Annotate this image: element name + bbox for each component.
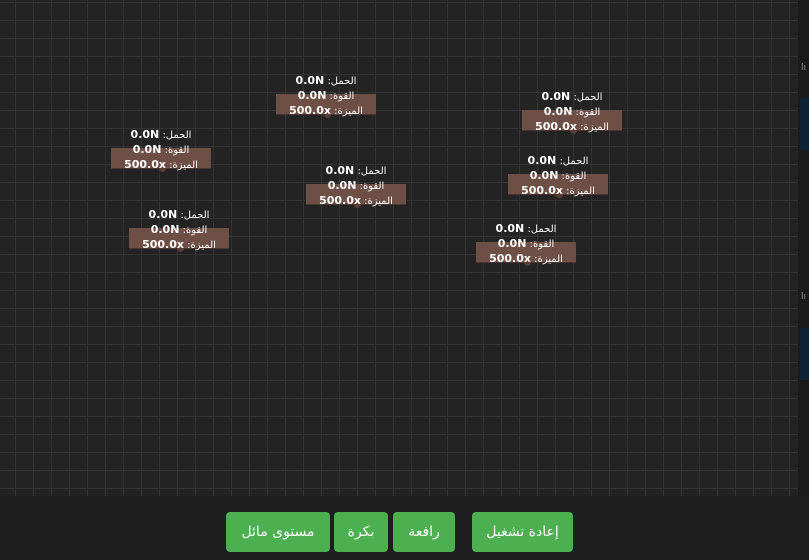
simulation-canvas[interactable]: lı lı الحمل: 0.0N القوة: 0.0N الميزة: 50… bbox=[0, 0, 809, 496]
force-readout: القوة: 0.0N bbox=[543, 105, 601, 118]
replay-button[interactable]: إعادة تشغيل bbox=[472, 512, 573, 552]
load-readout: الحمل: 0.0N bbox=[325, 164, 387, 177]
advantage-readout: الميزة: 500.0x bbox=[521, 184, 595, 197]
side-panel-edge bbox=[798, 0, 809, 496]
advantage-value: 500.0x bbox=[289, 104, 331, 117]
control-bar: مستوى مائل بكرة رافعة إعادة تشغيل bbox=[0, 496, 809, 560]
lever[interactable]: الحمل: 0.0N القوة: 0.0N الميزة: 500.0x bbox=[276, 74, 426, 154]
advantage-readout: الميزة: 500.0x bbox=[124, 158, 198, 171]
force-value: 0.0N bbox=[529, 169, 559, 182]
force-readout: القوة: 0.0N bbox=[497, 237, 555, 250]
force-value: 0.0N bbox=[150, 223, 180, 236]
force-readout: القوة: 0.0N bbox=[150, 223, 208, 236]
force-value: 0.0N bbox=[132, 143, 162, 156]
lever-button[interactable]: رافعة bbox=[393, 512, 455, 552]
lever[interactable]: الحمل: 0.0N القوة: 0.0N الميزة: 500.0x bbox=[129, 208, 279, 288]
advantage-value: 500.0x bbox=[521, 184, 563, 197]
load-readout: الحمل: 0.0N bbox=[541, 90, 603, 103]
load-value: 0.0N bbox=[495, 222, 525, 235]
load-value: 0.0N bbox=[541, 90, 571, 103]
side-panel-text: lı bbox=[801, 292, 807, 302]
side-panel-text: lı bbox=[801, 63, 807, 73]
load-readout: الحمل: 0.0N bbox=[295, 74, 357, 87]
load-value: 0.0N bbox=[325, 164, 355, 177]
advantage-value: 500.0x bbox=[142, 238, 184, 251]
advantage-readout: الميزة: 500.0x bbox=[535, 120, 609, 133]
load-value: 0.0N bbox=[527, 154, 557, 167]
load-value: 0.0N bbox=[295, 74, 325, 87]
lever[interactable]: الحمل: 0.0N القوة: 0.0N الميزة: 500.0x bbox=[111, 128, 261, 208]
load-value: 0.0N bbox=[130, 128, 160, 141]
lever[interactable]: الحمل: 0.0N القوة: 0.0N الميزة: 500.0x bbox=[306, 164, 456, 244]
force-readout: القوة: 0.0N bbox=[327, 179, 385, 192]
load-readout: الحمل: 0.0N bbox=[527, 154, 589, 167]
force-readout: القوة: 0.0N bbox=[132, 143, 190, 156]
advantage-readout: الميزة: 500.0x bbox=[142, 238, 216, 251]
force-readout: القوة: 0.0N bbox=[529, 169, 587, 182]
advantage-value: 500.0x bbox=[319, 194, 361, 207]
load-readout: الحمل: 0.0N bbox=[130, 128, 192, 141]
side-panel-block bbox=[800, 98, 809, 150]
load-value: 0.0N bbox=[148, 208, 178, 221]
incline-button[interactable]: مستوى مائل bbox=[226, 512, 330, 552]
advantage-readout: الميزة: 500.0x bbox=[489, 252, 563, 265]
advantage-readout: الميزة: 500.0x bbox=[289, 104, 363, 117]
advantage-readout: الميزة: 500.0x bbox=[319, 194, 393, 207]
force-value: 0.0N bbox=[327, 179, 357, 192]
load-readout: الحمل: 0.0N bbox=[495, 222, 557, 235]
force-value: 0.0N bbox=[497, 237, 527, 250]
pulley-button[interactable]: بكرة bbox=[334, 512, 388, 552]
lever[interactable]: الحمل: 0.0N القوة: 0.0N الميزة: 500.0x bbox=[476, 222, 626, 302]
advantage-value: 500.0x bbox=[489, 252, 531, 265]
advantage-value: 500.0x bbox=[124, 158, 166, 171]
force-readout: القوة: 0.0N bbox=[297, 89, 355, 102]
advantage-value: 500.0x bbox=[535, 120, 577, 133]
side-panel-block bbox=[800, 328, 809, 380]
load-readout: الحمل: 0.0N bbox=[148, 208, 210, 221]
force-value: 0.0N bbox=[297, 89, 327, 102]
force-value: 0.0N bbox=[543, 105, 573, 118]
